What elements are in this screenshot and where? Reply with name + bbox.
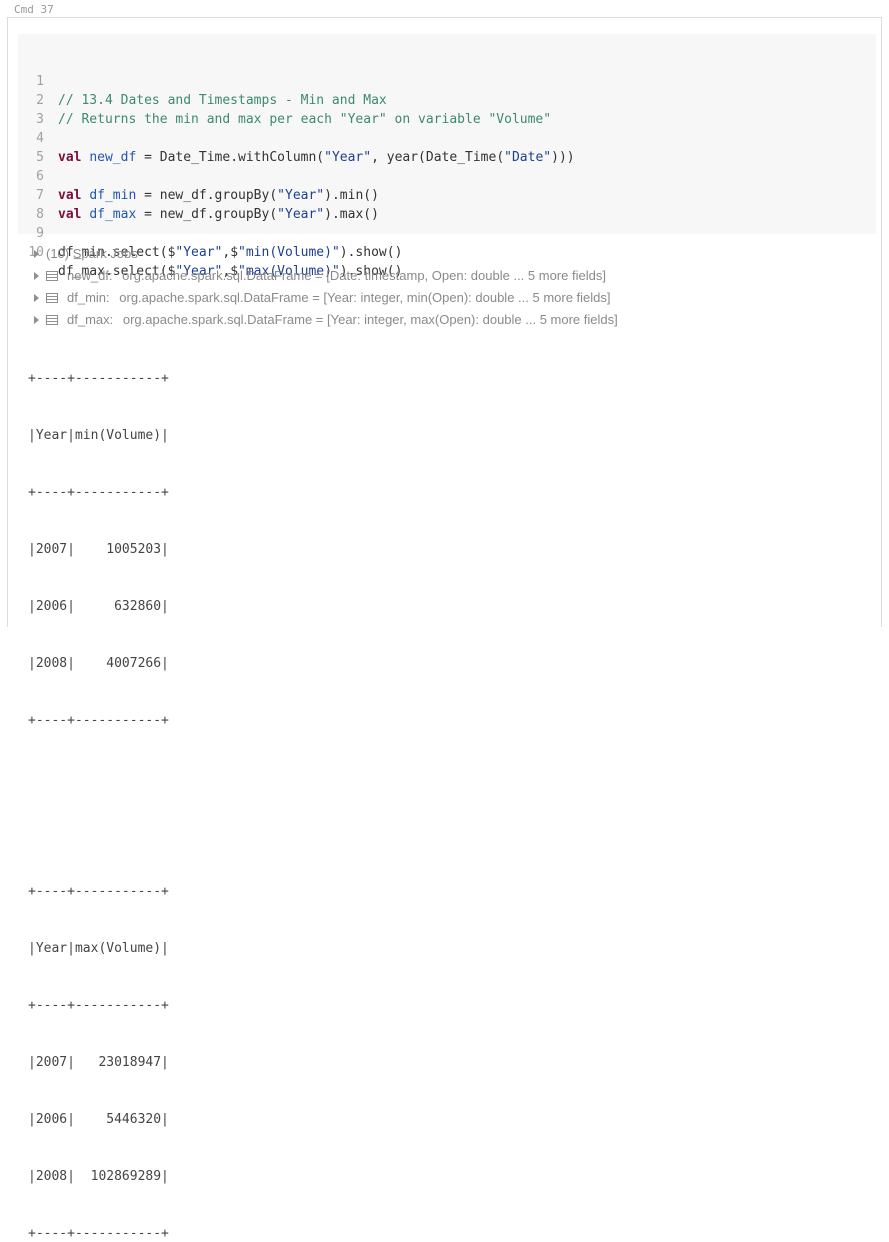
console-line: |Year|max(Volume)| [28, 941, 169, 956]
dataframe-row[interactable]: new_df: org.apache.spark.sql.DataFrame =… [34, 265, 606, 287]
code-line-10: 10 df_max.select($"Year",$"max(Volume)")… [18, 224, 876, 279]
console-line: +----+-----------+ [28, 884, 169, 899]
dataframe-name: new_df: [67, 268, 113, 283]
dataframe-row[interactable]: df_min: org.apache.spark.sql.DataFrame =… [34, 287, 611, 309]
code-line-9: 9 df_min.select($"Year",$"min(Volume)").… [18, 205, 876, 260]
dataframe-schema: org.apache.spark.sql.DataFrame = [Year: … [119, 290, 611, 305]
console-line: +----+-----------+ [28, 713, 169, 728]
console-line: |2006| 632860| [28, 599, 169, 614]
code-line-3: 3 [18, 91, 876, 127]
notebook-cell[interactable]: 1 // 13.4 Dates and Timestamps - Min and… [7, 17, 882, 1241]
spark-jobs-toggle[interactable]: (10) Spark Jobs [34, 243, 138, 265]
spark-jobs-label: (10) Spark Jobs [46, 246, 138, 261]
cmd-label: Cmd 37 [14, 3, 54, 16]
console-line: |Year|min(Volume)| [28, 428, 169, 443]
console-line: |2007| 23018947| [28, 1055, 169, 1070]
code-line-7: 7 val df_max = new_df.groupBy("Year").ma… [18, 167, 876, 222]
code-line-8: 8 [18, 186, 876, 222]
dataframe-schema: org.apache.spark.sql.DataFrame = [Year: … [122, 312, 618, 327]
dataframe-row[interactable]: df_max: org.apache.spark.sql.DataFrame =… [34, 309, 618, 331]
code-line-4: 4 val new_df = Date_Time.withColumn("Yea… [18, 110, 876, 165]
console-line: |2008| 4007266| [28, 656, 169, 671]
code-line-5: 5 [18, 129, 876, 165]
console-line: |2006| 5446320| [28, 1112, 169, 1127]
expand-triangle-icon [34, 316, 39, 324]
expand-triangle-icon [34, 294, 39, 302]
console-line: +----+-----------+ [28, 371, 169, 386]
expand-triangle-icon [34, 250, 39, 258]
table-icon [46, 271, 58, 281]
dataframe-schema: org.apache.spark.sql.DataFrame = [Date: … [122, 268, 606, 283]
console-output: +----+-----------+ |Year|min(Volume)| +-… [28, 331, 428, 1242]
console-line: +----+-----------+ [28, 1226, 169, 1241]
console-line: |2007| 1005203| [28, 542, 169, 557]
table-icon [46, 315, 58, 325]
dataframe-name: df_max: [67, 312, 114, 327]
table-icon [46, 293, 58, 303]
code-line-1: 1 // 13.4 Dates and Timestamps - Min and… [18, 53, 876, 108]
code-editor[interactable]: 1 // 13.4 Dates and Timestamps - Min and… [18, 34, 876, 279]
console-line: |2008| 102869289| [28, 1169, 169, 1184]
code-line-2: 2 // Returns the min and max per each "Y… [18, 72, 876, 127]
console-line: +----+-----------+ [28, 485, 169, 500]
code-line-6: 6 val df_min = new_df.groupBy("Year").mi… [18, 148, 876, 203]
console-line: +----+-----------+ [28, 998, 169, 1013]
expand-triangle-icon [34, 272, 39, 280]
dataframe-name: df_min: [67, 290, 110, 305]
